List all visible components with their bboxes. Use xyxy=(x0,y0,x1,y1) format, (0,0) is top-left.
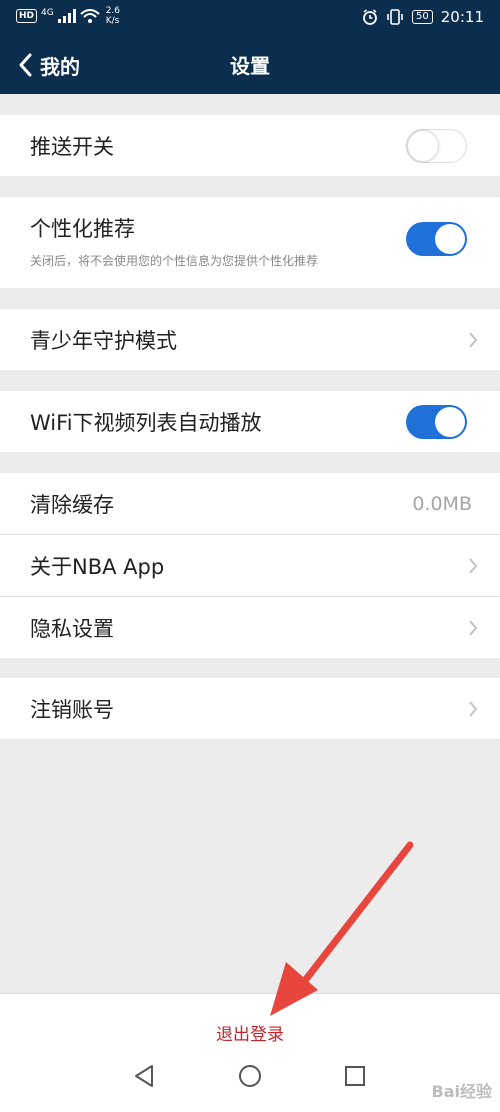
setting-description: 关闭后，将不会使用您的个性信息为您提供个性化推荐 xyxy=(30,254,319,268)
hd-badge: HD xyxy=(16,9,38,23)
setting-privacy[interactable]: 隐私设置 xyxy=(0,597,500,658)
signal-type: 4G xyxy=(41,8,54,18)
wifi-autoplay-toggle[interactable] xyxy=(406,405,467,439)
chevron-right-icon xyxy=(469,619,478,636)
status-bar: HD 4G 2.6 K/s 50 20:11 xyxy=(0,0,500,36)
battery-indicator: 50 xyxy=(412,10,433,24)
cache-size: 0.0MB xyxy=(412,492,472,515)
setting-teen-mode[interactable]: 青少年守护模式 xyxy=(0,309,500,370)
setting-label: 青少年守护模式 xyxy=(30,328,177,353)
alarm-icon xyxy=(363,9,377,25)
settings-group-wifi: WiFi下视频列表自动播放 xyxy=(0,391,500,452)
settings-group-teen: 青少年守护模式 xyxy=(0,309,500,370)
logout-area: 退出登录 Bai经验 xyxy=(0,993,500,1112)
clock: 20:11 xyxy=(440,8,484,26)
setting-label: 推送开关 xyxy=(30,134,114,159)
push-toggle[interactable] xyxy=(406,129,467,163)
toggle-knob xyxy=(408,131,438,161)
network-speed-value: 2.6 xyxy=(105,6,121,16)
setting-label: 个性化推荐 xyxy=(30,217,135,241)
network-speed-unit: K/s xyxy=(105,16,120,26)
settings-group-general: 清除缓存 0.0MB 关于NBA App 隐私设置 xyxy=(0,473,500,658)
setting-push: 推送开关 xyxy=(0,115,500,176)
setting-label: 注销账号 xyxy=(30,697,114,722)
logout-button[interactable]: 退出登录 xyxy=(0,1020,500,1045)
setting-personalized: 个性化推荐 关闭后，将不会使用您的个性信息为您提供个性化推荐 xyxy=(0,197,500,288)
settings-group-account: 注销账号 xyxy=(0,678,500,739)
vibrate-icon xyxy=(387,9,403,25)
nav-recent-icon xyxy=(345,1066,365,1086)
status-left: HD 4G 2.6 K/s xyxy=(16,6,120,26)
watermark: Bai经验 xyxy=(431,1082,492,1101)
personalized-toggle[interactable] xyxy=(406,222,467,256)
toggle-knob xyxy=(435,407,465,437)
nav-header: 我的 设置 xyxy=(0,36,500,94)
setting-label: 关于NBA App xyxy=(30,554,165,579)
setting-about[interactable]: 关于NBA App xyxy=(0,535,500,597)
settings-group-personalized: 个性化推荐 关闭后，将不会使用您的个性信息为您提供个性化推荐 xyxy=(0,197,500,288)
setting-clear-cache[interactable]: 清除缓存 0.0MB xyxy=(0,473,500,535)
setting-label: 隐私设置 xyxy=(30,616,114,641)
setting-label: WiFi下视频列表自动播放 xyxy=(30,410,262,435)
settings-group-push: 推送开关 xyxy=(0,115,500,176)
setting-delete-account[interactable]: 注销账号 xyxy=(0,678,500,739)
chevron-right-icon xyxy=(469,700,478,717)
setting-wifi-autoplay: WiFi下视频列表自动播放 xyxy=(0,391,500,452)
nav-back-icon xyxy=(135,1065,153,1087)
wifi-icon xyxy=(80,9,100,23)
system-nav-bar xyxy=(135,1065,365,1087)
status-right: 50 20:11 xyxy=(362,8,484,26)
setting-label: 清除缓存 xyxy=(30,492,114,517)
chevron-right-icon xyxy=(469,557,478,574)
chevron-right-icon xyxy=(469,331,478,348)
toggle-knob xyxy=(435,224,465,254)
page-title: 设置 xyxy=(230,54,270,78)
nav-home-icon xyxy=(239,1065,261,1087)
network-speed: 2.6 K/s xyxy=(106,6,120,26)
cellular-signal-icon xyxy=(57,9,76,23)
